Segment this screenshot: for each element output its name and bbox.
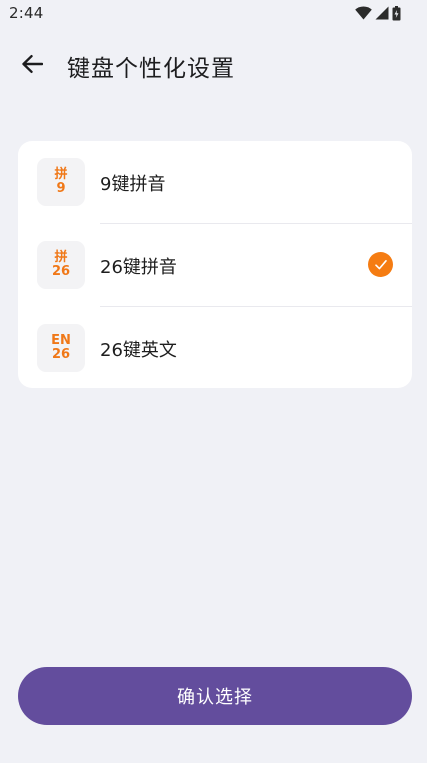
keyboard-badge-icon: 拼 9 [37, 158, 85, 206]
option-26-key-english[interactable]: EN 26 26键英文 [18, 307, 412, 388]
keyboard-badge-icon: 拼 26 [37, 241, 85, 289]
option-9-key-pinyin[interactable]: 拼 9 9键拼音 [18, 141, 412, 223]
badge-bottom-text: 9 [56, 181, 66, 196]
badge-top-text: 拼 [54, 249, 68, 265]
badge-bottom-text: 26 [51, 347, 71, 362]
back-button[interactable] [14, 48, 50, 84]
confirm-selection-button[interactable]: 确认选择 [18, 667, 412, 725]
page-title: 键盘个性化设置 [67, 56, 235, 82]
badge-bottom-text: 26 [51, 264, 71, 279]
battery-icon [392, 5, 401, 21]
badge-top-text: 拼 [54, 166, 68, 182]
wifi-icon [355, 6, 372, 20]
cellular-signal-icon [375, 6, 389, 20]
option-label: 26键拼音 [100, 257, 177, 278]
badge-top-text: EN [51, 332, 71, 348]
status-time: 2:44 [9, 4, 44, 22]
app-bar: 键盘个性化设置 [0, 36, 427, 94]
keyboard-badge-icon: EN 26 [37, 324, 85, 372]
status-icons [355, 5, 401, 21]
keyboard-options-card: 拼 9 9键拼音 拼 26 26键拼音 EN 26 26键英文 [18, 141, 412, 388]
arrow-left-icon [21, 54, 44, 78]
status-bar: 2:44 [0, 0, 427, 26]
option-label: 26键英文 [100, 340, 177, 361]
option-26-key-pinyin[interactable]: 拼 26 26键拼音 [18, 224, 412, 306]
option-label: 9键拼音 [100, 174, 166, 195]
checkmark-selected-icon [368, 252, 393, 277]
